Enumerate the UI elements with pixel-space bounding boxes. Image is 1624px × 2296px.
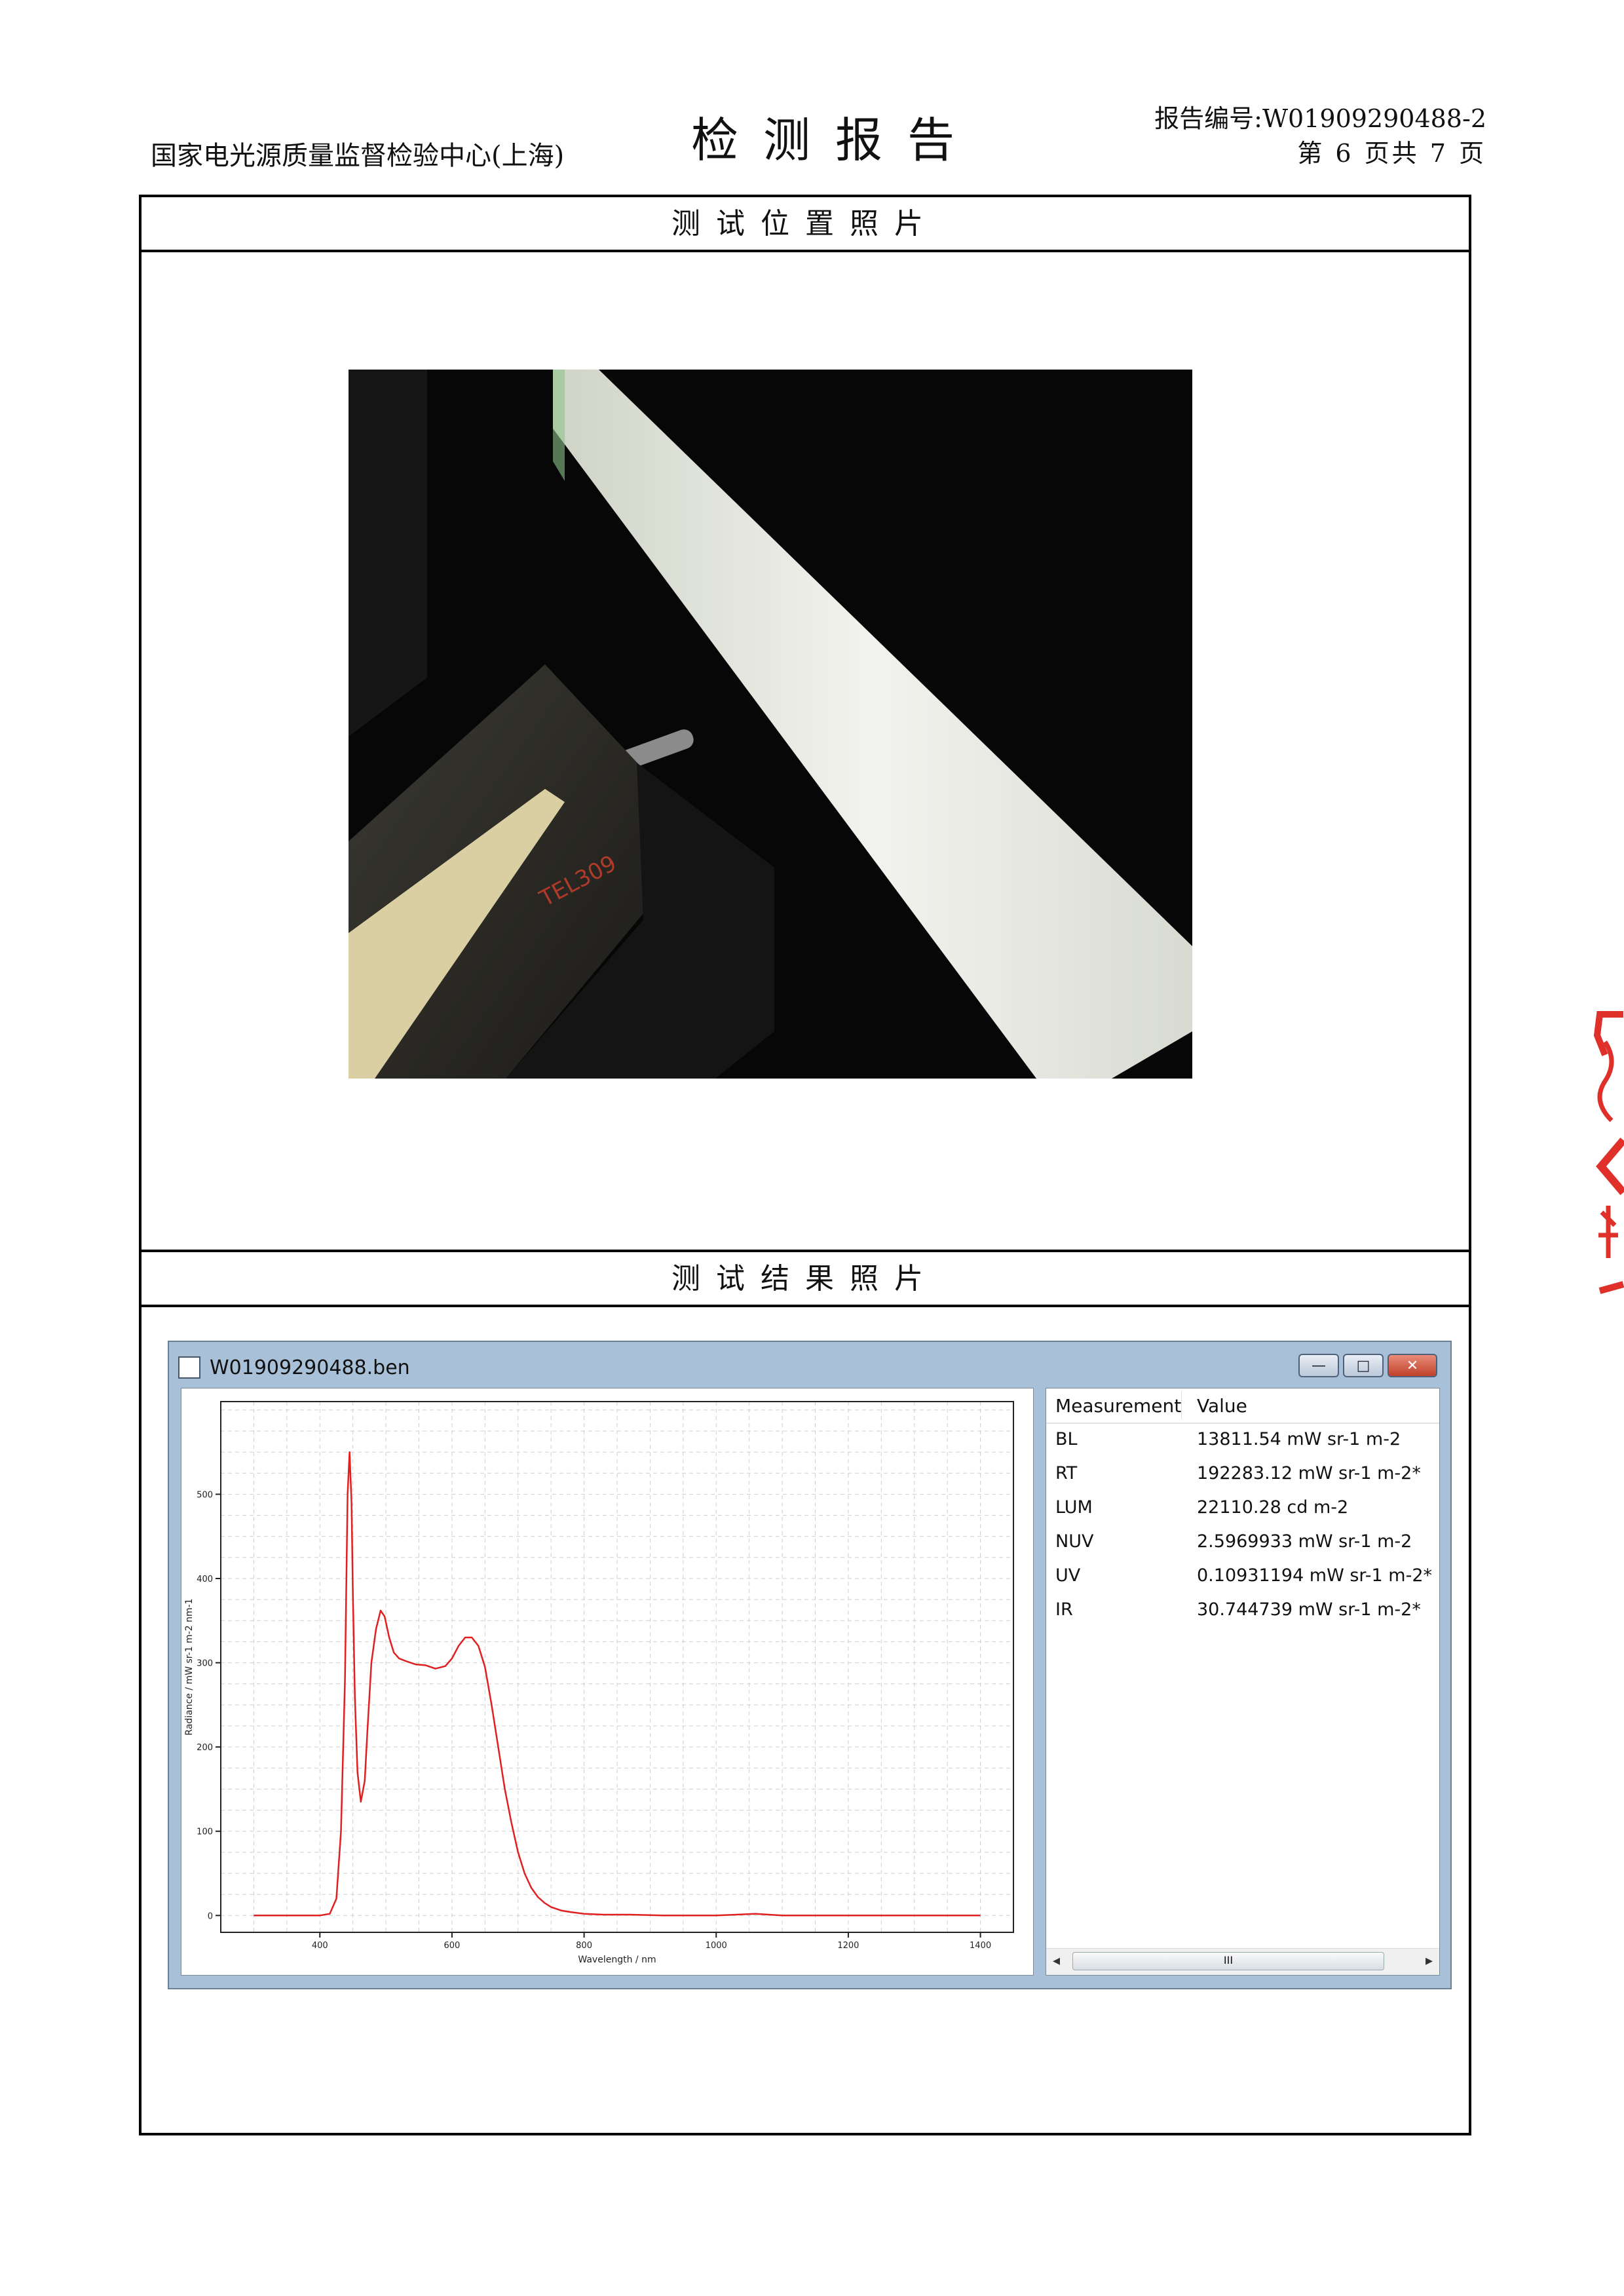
maximize-button[interactable]: □ — [1343, 1354, 1384, 1377]
report-number-block: 报告编号:W01909290488-2 第 6 页共 7 页 — [1154, 102, 1486, 171]
scroll-left-icon[interactable]: ◂ — [1053, 1953, 1060, 1969]
report-number: 报告编号:W01909290488-2 — [1154, 104, 1486, 133]
measurement-value: 22110.28 cd m-2 — [1197, 1497, 1349, 1518]
scrollbar-thumb[interactable]: III — [1072, 1952, 1384, 1970]
report-title: 检测报告 — [691, 113, 980, 168]
x-axis-label: Wavelength / nm — [578, 1955, 656, 1965]
x-tick-label: 400 — [312, 1941, 328, 1951]
page-info: 第 6 页共 7 页 — [1297, 139, 1486, 168]
x-tick-label: 1400 — [970, 1941, 991, 1951]
window-controls: — □ ✕ — [1298, 1354, 1437, 1377]
issuing-organization: 国家电光源质量监督检验中心(上海) — [151, 141, 565, 171]
red-seal-stamp — [1593, 1011, 1624, 1294]
test-position-photo: TEL309 — [349, 370, 1192, 1079]
measurement-name: BL — [1055, 1429, 1078, 1449]
measurement-name: RT — [1055, 1463, 1078, 1483]
measurement-name: LUM — [1055, 1497, 1093, 1518]
spectrum-window: W01909290488.ben — □ ✕ 400 600 800 1000 1200… — [168, 1341, 1452, 1989]
measurement-table: Measurement Value BL 13811.54 mW sr-1 m-2… — [1046, 1388, 1440, 1976]
photo-section-title: 测试位置照片 — [671, 207, 939, 240]
horizontal-scrollbar[interactable]: ◂ III ▸ — [1046, 1948, 1439, 1975]
spectrum-chart[interactable]: 400 600 800 1000 1200 1400 0 100 200 300 400 500 Wav… — [181, 1388, 1033, 1975]
y-tick-label: 300 — [197, 1659, 213, 1669]
divider — [142, 1305, 1469, 1307]
measurement-name: NUV — [1055, 1531, 1094, 1552]
measurement-row[interactable]: IR 30.744739 mW sr-1 m-2* — [1046, 1599, 1439, 1634]
y-tick-label: 200 — [197, 1743, 213, 1753]
column-header-value[interactable]: Value — [1197, 1395, 1247, 1417]
x-tick-label: 800 — [576, 1941, 592, 1951]
column-header-measurement[interactable]: Measurement — [1055, 1395, 1181, 1417]
measurement-table-header: Measurement Value — [1046, 1388, 1439, 1424]
x-tick-label: 600 — [444, 1941, 461, 1951]
divider — [142, 250, 1469, 252]
x-tick-label: 1200 — [837, 1941, 859, 1951]
y-tick-label: 500 — [197, 1490, 213, 1500]
measurement-row[interactable]: LUM 22110.28 cd m-2 — [1046, 1497, 1439, 1531]
measurement-value: 30.744739 mW sr-1 m-2* — [1197, 1599, 1421, 1620]
measurement-row[interactable]: RT 192283.12 mW sr-1 m-2* — [1046, 1463, 1439, 1497]
close-button[interactable]: ✕ — [1388, 1354, 1437, 1377]
y-axis-label: Radiance / mW sr-1 m-2 nm-1 — [184, 1598, 195, 1735]
photo-illustration: TEL309 — [349, 370, 1192, 1079]
result-section-title: 测试结果照片 — [671, 1262, 939, 1295]
measurement-value: 0.10931194 mW sr-1 m-2* — [1197, 1565, 1433, 1586]
spectrum-plot-panel: 400 600 800 1000 1200 1400 0 100 200 300 400 500 Wav… — [181, 1388, 1034, 1976]
minimize-button[interactable]: — — [1298, 1354, 1339, 1377]
spectrum-app-icon — [178, 1356, 200, 1379]
y-tick-label: 100 — [197, 1827, 213, 1837]
y-tick-label: 400 — [197, 1575, 213, 1584]
report-table: 测试位置照片 TEL309 测试结果照片 W01909290488.ben — … — [139, 195, 1471, 2135]
measurement-value: 13811.54 mW sr-1 m-2 — [1197, 1429, 1401, 1449]
measurement-name: IR — [1055, 1599, 1073, 1620]
scroll-right-icon[interactable]: ▸ — [1426, 1953, 1433, 1969]
measurement-row[interactable]: BL 13811.54 mW sr-1 m-2 — [1046, 1429, 1439, 1463]
measurement-row[interactable]: UV 0.10931194 mW sr-1 m-2* — [1046, 1565, 1439, 1599]
measurement-row[interactable]: NUV 2.5969933 mW sr-1 m-2 — [1046, 1531, 1439, 1565]
x-tick-label: 1000 — [706, 1941, 727, 1951]
measurement-name: UV — [1055, 1565, 1081, 1586]
measurement-value: 192283.12 mW sr-1 m-2* — [1197, 1463, 1421, 1483]
measurement-value: 2.5969933 mW sr-1 m-2 — [1197, 1531, 1412, 1552]
y-tick-label: 0 — [208, 1911, 213, 1921]
window-title: W01909290488.ben — [210, 1356, 410, 1379]
column-separator[interactable] — [1181, 1391, 1182, 1419]
